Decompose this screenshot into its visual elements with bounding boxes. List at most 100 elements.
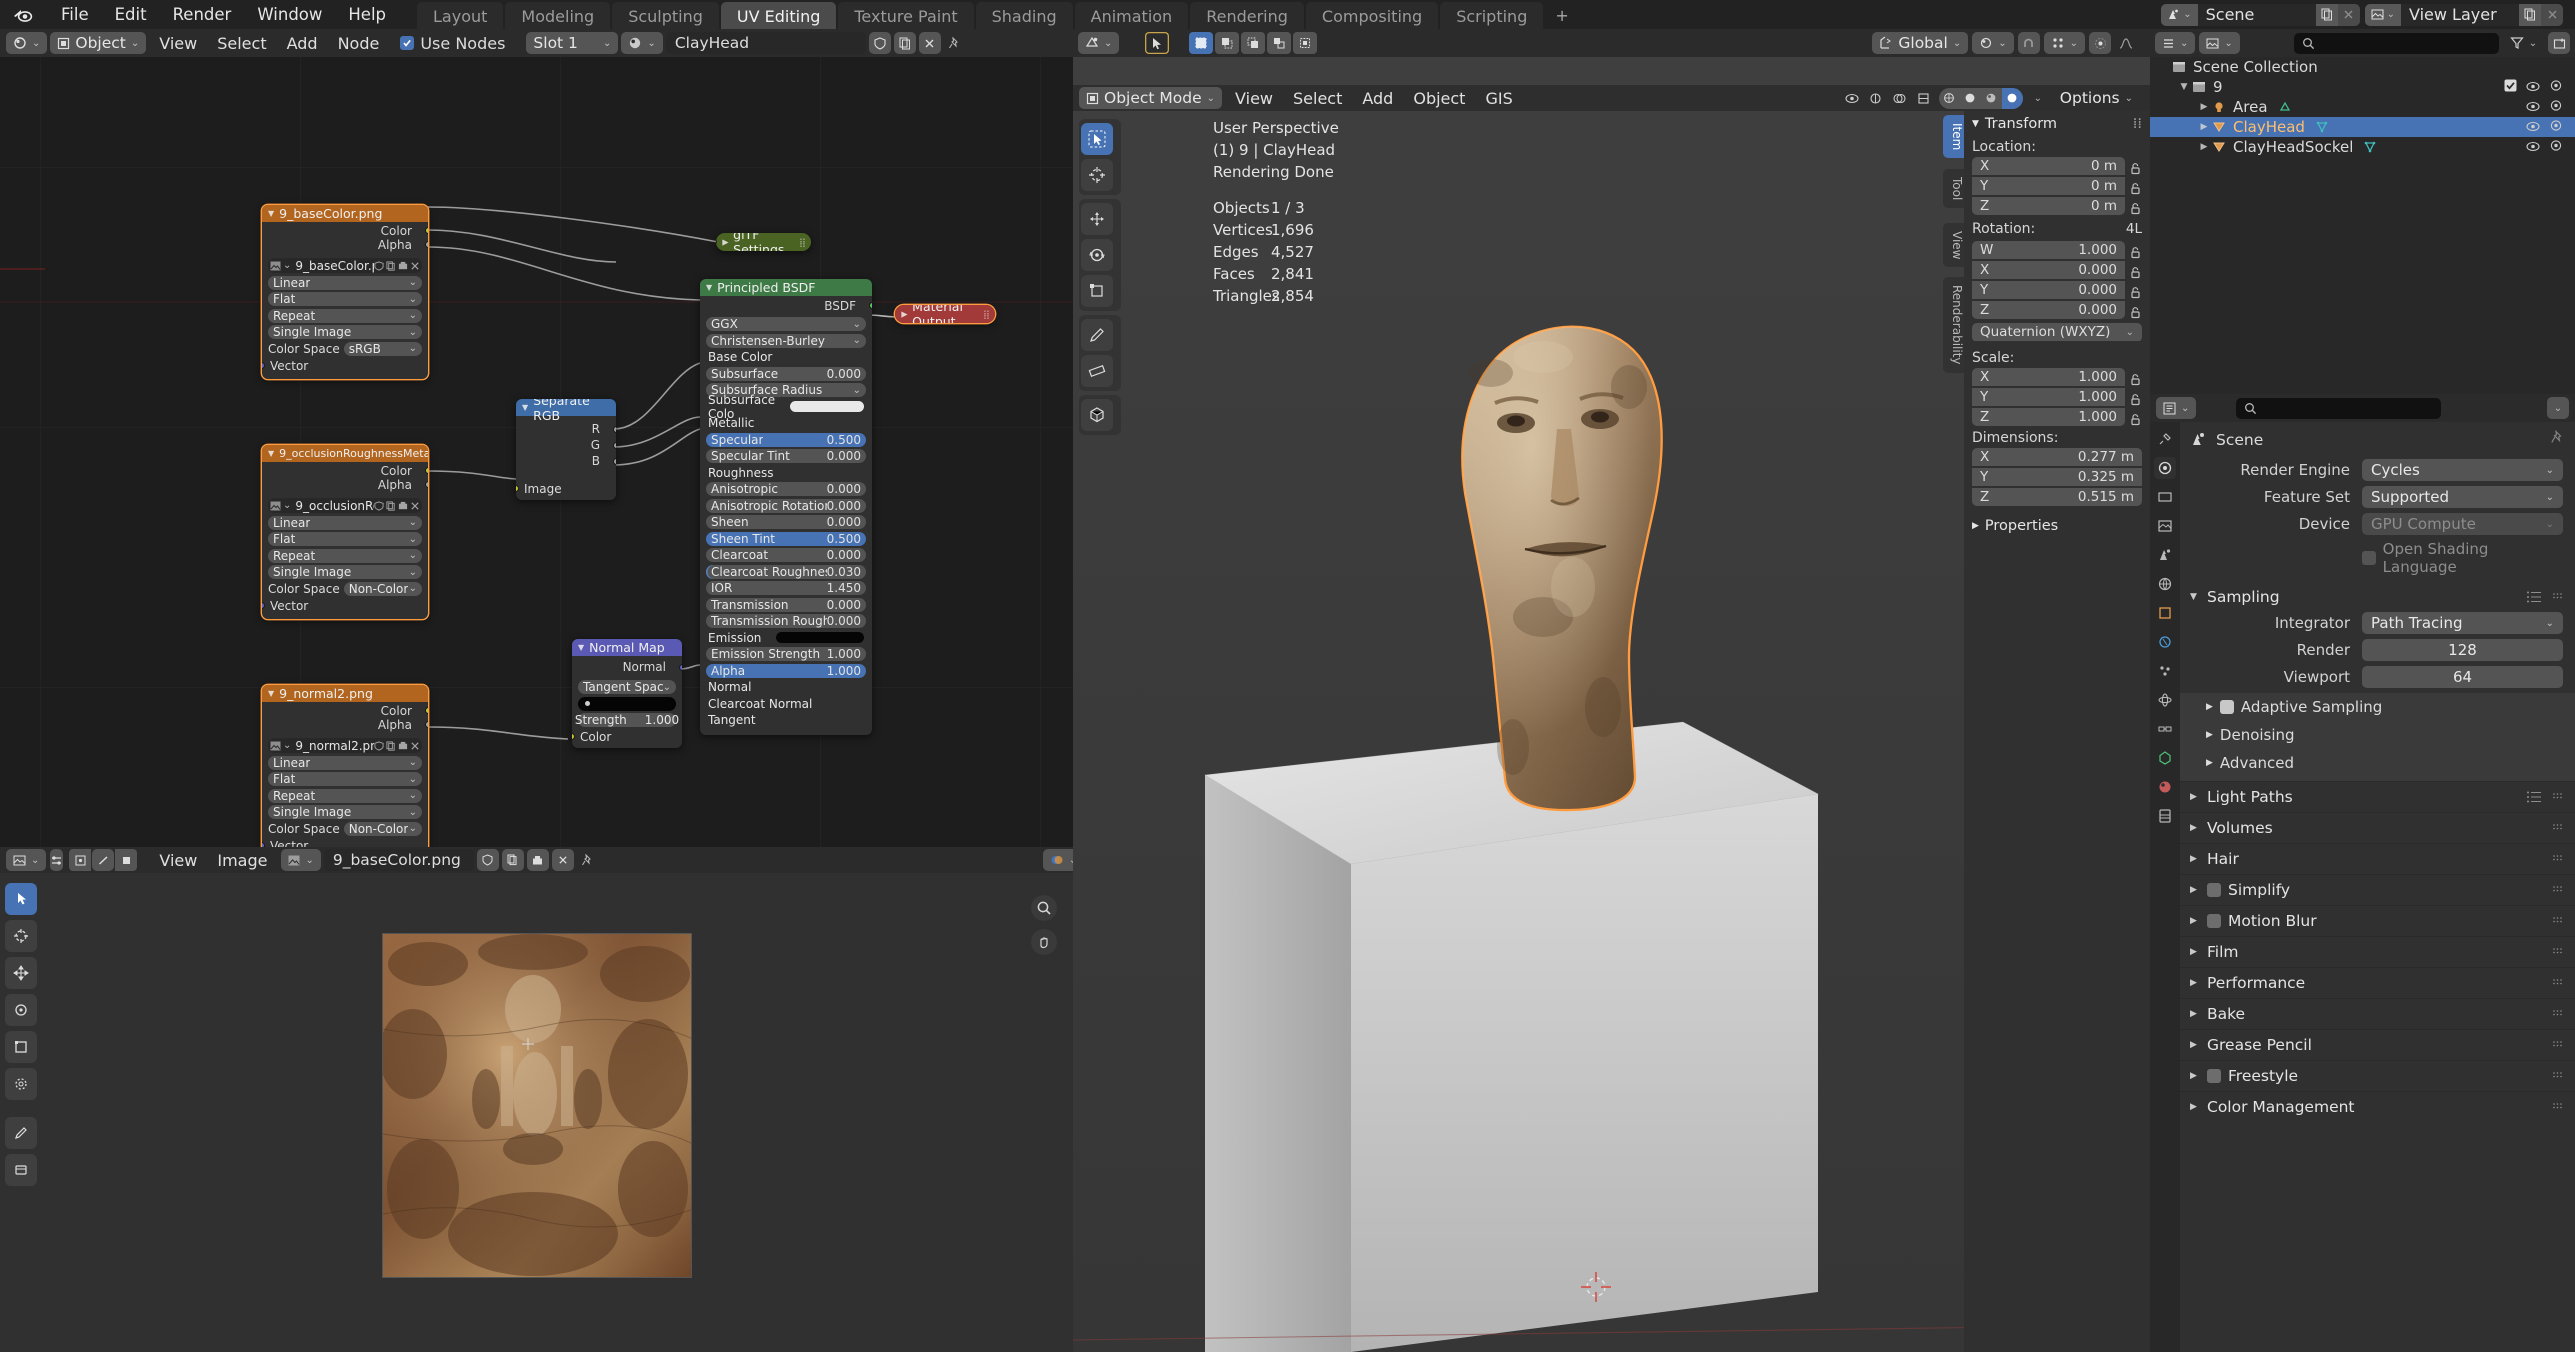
rotation-y[interactable]: Y 0.000 — [1972, 281, 2125, 299]
workspace-tab-sculpting[interactable]: Sculpting — [612, 2, 719, 29]
bsdf-slider-anisotropic-rotation[interactable]: Anisotropic Rotation 0.000 — [706, 498, 866, 513]
outliner-row-clayhead[interactable]: ▶ ClayHead — [2150, 117, 2575, 137]
collapse-triangle-icon[interactable]: ▼ — [522, 403, 528, 412]
expand-triangle-icon[interactable]: ▶ — [2190, 792, 2200, 802]
bsdf-swatch-emission[interactable] — [776, 632, 864, 643]
bsdf-color-subsurface-colo[interactable]: Subsurface Colo — [706, 393, 866, 421]
panel-freestyle[interactable]: ▶ Freestyle — [2180, 1060, 2575, 1091]
image-name-field[interactable]: 9_normal2.png — [291, 739, 374, 753]
node-header[interactable]: ▼ glTF Settings ⁞⁞ — [716, 233, 811, 251]
expand-triangle-icon[interactable]: ▶ — [2190, 947, 2200, 957]
disable-in-renders-toggle[interactable] — [2549, 78, 2563, 96]
location-z[interactable]: Z 0 m — [1972, 197, 2125, 215]
disable-in-renders-toggle[interactable] — [2549, 98, 2563, 116]
shader-type-selector[interactable]: Object ⌄ — [50, 32, 147, 54]
collapse-triangle-icon[interactable]: ▼ — [268, 209, 274, 218]
expand-triangle-icon[interactable]: ▶ — [2190, 854, 2200, 864]
outliner-editor-type-selector[interactable]: ⌄ — [2155, 32, 2196, 54]
tab-output[interactable] — [2154, 486, 2176, 508]
uv-image-name[interactable]: 9_baseColor.png — [323, 849, 474, 871]
lock-icon[interactable] — [2129, 284, 2142, 298]
source-dropdown[interactable]: Single Image ⌄ — [268, 325, 422, 339]
select-intersect-icon[interactable] — [1293, 32, 1318, 54]
tab-scene[interactable] — [2154, 544, 2176, 566]
tab-view-layer[interactable] — [2154, 515, 2176, 537]
bsdf-slider-clearcoat[interactable]: Clearcoat 0.000 — [706, 548, 866, 562]
uv-rotate-tool[interactable] — [5, 994, 37, 1026]
bsdf-input-clearcoat-normal[interactable]: Clearcoat Normal — [706, 697, 866, 711]
expand-triangle-icon[interactable]: ▼ — [721, 239, 730, 245]
expand-triangle-icon[interactable]: ▶ — [2206, 730, 2213, 740]
location-y[interactable]: Y 0 m — [1972, 177, 2125, 195]
uv-pan-icon[interactable] — [1031, 929, 1057, 955]
tab-object[interactable] — [2154, 602, 2176, 624]
socket-vector-in[interactable] — [262, 601, 265, 609]
preset-list-icon[interactable] — [2526, 590, 2542, 604]
osl-checkbox-row[interactable]: Open Shading Language — [2362, 540, 2563, 576]
tab-world[interactable] — [2154, 573, 2176, 595]
rendered-shading-icon[interactable] — [2001, 87, 2023, 109]
uv-move-tool[interactable] — [5, 957, 37, 989]
viewport-menu-select[interactable]: Select — [1283, 87, 1352, 110]
node-header[interactable]: ▼ Normal Map — [572, 639, 682, 656]
bsdf-input-roughness[interactable]: Roughness — [706, 466, 866, 480]
node-normal-map[interactable]: ▼ Normal Map Normal Tangent Space ⌄ Stren… — [572, 639, 682, 748]
panel-color-management[interactable]: ▶ Color Management — [2180, 1091, 2575, 1122]
workspace-tab-texture-paint[interactable]: Texture Paint — [838, 2, 974, 29]
top-menu-help[interactable]: Help — [335, 3, 399, 26]
properties-search-input[interactable] — [2236, 397, 2442, 419]
add-cube-tool[interactable] — [1081, 399, 1113, 431]
subpanel-advanced[interactable]: ▶ Advanced — [2180, 749, 2575, 777]
node-separate-rgb[interactable]: ▼ Separate RGB R G B Image — [516, 399, 616, 500]
location-x[interactable]: X 0 m — [1972, 157, 2125, 175]
rotate-tool[interactable] — [1081, 239, 1113, 271]
expand-triangle-icon[interactable]: ▶ — [2190, 1102, 2200, 1112]
select-subtract-icon[interactable] — [1241, 32, 1266, 54]
annotate-tool[interactable] — [1081, 319, 1113, 351]
material-preview-icon[interactable] — [1981, 88, 2002, 109]
socket-color-out[interactable] — [425, 707, 428, 714]
uv-vertex-select-icon[interactable] — [69, 849, 92, 871]
new-material-icon[interactable] — [893, 32, 916, 54]
projection-dropdown[interactable]: Flat ⌄ — [268, 532, 422, 546]
snap-settings-selector[interactable]: ⌄ — [2043, 32, 2085, 54]
extension-dropdown[interactable]: Repeat ⌄ — [268, 308, 422, 323]
uv-tweak-tool[interactable] — [5, 883, 37, 915]
uv-canvas[interactable] — [42, 873, 1073, 1352]
transform-panel-header[interactable]: ▼ Transform ⁞⁞ — [1964, 111, 2150, 137]
use-nodes-toggle[interactable]: Use Nodes — [400, 34, 505, 53]
unlink-material-icon[interactable] — [918, 32, 941, 54]
colorspace-dropdown[interactable]: Non-Color ⌄ — [343, 821, 422, 836]
source-dropdown[interactable]: Single Image ⌄ — [268, 805, 422, 819]
socket-alpha-out[interactable] — [425, 241, 428, 248]
hide-in-viewport-toggle[interactable] — [2526, 138, 2540, 156]
expand-triangle-icon[interactable]: ▶ — [2206, 758, 2213, 768]
bsdf-slider-sheen[interactable]: Sheen 0.000 — [706, 515, 866, 529]
lock-icon[interactable] — [2129, 180, 2142, 194]
socket-gltf-in[interactable] — [716, 238, 717, 245]
bsdf-slider-ior[interactable]: IOR 1.450 — [706, 581, 866, 595]
hide-in-viewport-toggle[interactable] — [2526, 118, 2540, 136]
projection-dropdown[interactable]: Flat ⌄ — [268, 772, 422, 786]
panel-light-paths[interactable]: ▶ Light Paths — [2180, 781, 2575, 812]
socket-surface-in[interactable] — [895, 306, 896, 313]
tweak-tool[interactable] — [1081, 123, 1113, 155]
node-image-texture-basecolor[interactable]: ▼ 9_baseColor.png Color Alpha ⌄ 9_baseCo… — [262, 205, 428, 379]
shader-menu-view[interactable]: View — [149, 32, 207, 55]
snap-magnet-icon[interactable] — [2017, 32, 2040, 54]
select-invert-icon[interactable] — [1267, 32, 1292, 54]
uv-unlink-image-icon[interactable] — [551, 849, 574, 871]
subpanel-adaptive-sampling[interactable]: ▶ Adaptive Sampling — [2180, 693, 2575, 721]
top-menu-file[interactable]: File — [48, 3, 102, 26]
delete-scene-icon[interactable] — [2337, 3, 2360, 26]
socket-r-out[interactable] — [613, 426, 616, 433]
expand-triangle-icon[interactable]: ▶ — [2190, 916, 2200, 926]
properties-editor-type-selector[interactable]: ⌄ — [2156, 397, 2197, 419]
lock-icon[interactable] — [2129, 371, 2142, 385]
expand-triangle-icon[interactable]: ▶ — [2196, 122, 2212, 132]
uv-zoom-icon[interactable] — [1031, 895, 1057, 921]
select-set-icon[interactable] — [1189, 32, 1214, 54]
viewport-options-menu[interactable]: Options ⌄ — [2053, 87, 2140, 109]
outliner-row-9[interactable]: ▼ 9 — [2150, 77, 2575, 97]
workspace-tab-shading[interactable]: Shading — [975, 2, 1073, 29]
